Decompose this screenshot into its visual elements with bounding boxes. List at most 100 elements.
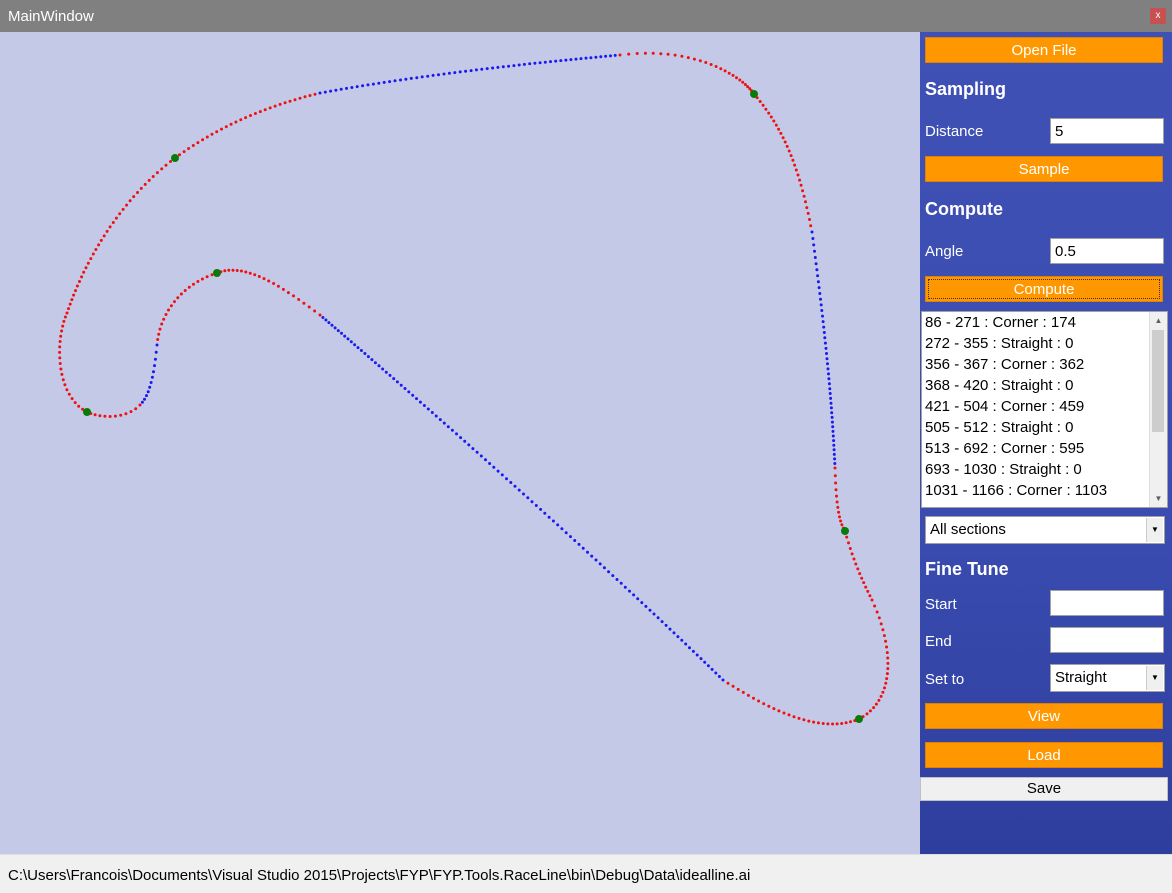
straight-sample-point: [399, 383, 403, 387]
corner-sample-point: [872, 706, 876, 710]
straight-sample-point: [458, 70, 462, 74]
angle-input[interactable]: [1050, 238, 1164, 264]
straight-sample-point: [485, 67, 489, 71]
corner-sample-point: [119, 413, 123, 417]
scroll-down-icon[interactable]: ▼: [1150, 490, 1167, 507]
list-item[interactable]: 693 - 1030 : Straight : 0: [922, 459, 1167, 480]
straight-sample-point: [823, 341, 827, 345]
straight-sample-point: [474, 68, 478, 72]
straight-sample-point: [404, 77, 408, 81]
straight-sample-point: [648, 608, 652, 612]
corner-sample-point: [802, 194, 806, 198]
straight-sample-point: [598, 562, 602, 566]
straight-sample-point: [434, 414, 438, 418]
distance-input[interactable]: [1050, 118, 1164, 144]
apex-marker: [171, 154, 179, 162]
set-to-label: Set to: [925, 671, 965, 688]
straight-sample-point: [615, 578, 619, 581]
corner-sample-point: [866, 589, 870, 593]
straight-sample-point: [388, 80, 392, 84]
load-button[interactable]: Load: [925, 742, 1163, 768]
corner-sample-point: [772, 707, 776, 711]
straight-sample-point: [346, 337, 350, 341]
corner-sample-point: [191, 144, 195, 147]
corner-sample-point: [187, 147, 191, 150]
corner-sample-point: [802, 718, 806, 722]
corner-sample-point: [58, 356, 62, 360]
list-item[interactable]: 1031 - 1166 : Corner : 1103: [922, 480, 1167, 501]
straight-sample-point: [623, 585, 627, 589]
straight-sample-point: [381, 367, 385, 371]
corner-sample-point: [313, 309, 317, 313]
straight-sample-point: [480, 67, 484, 71]
straight-sample-point: [816, 280, 820, 284]
corner-sample-point: [860, 576, 864, 580]
corner-sample-point: [125, 203, 129, 207]
list-item[interactable]: 368 - 420 : Straight : 0: [922, 375, 1167, 396]
corner-sample-point: [764, 107, 768, 111]
corner-sample-point: [129, 410, 133, 414]
corner-sample-point: [124, 412, 128, 416]
straight-sample-point: [403, 387, 407, 390]
straight-sample-point: [422, 404, 426, 407]
corner-sample-point: [848, 547, 852, 550]
corner-sample-point: [224, 125, 228, 129]
view-button[interactable]: View: [925, 703, 1163, 729]
compute-button[interactable]: Compute: [925, 276, 1163, 302]
corner-sample-point: [67, 392, 71, 396]
scroll-up-icon[interactable]: ▲: [1150, 312, 1167, 329]
scroll-thumb[interactable]: [1152, 330, 1164, 432]
corner-sample-point: [643, 51, 647, 55]
list-item[interactable]: 86 - 271 : Corner : 174: [922, 312, 1167, 333]
straight-sample-point: [607, 570, 611, 574]
start-input[interactable]: [1050, 590, 1164, 616]
corner-sample-point: [91, 252, 95, 256]
straight-sample-point: [392, 377, 396, 381]
corner-sample-point: [791, 158, 795, 162]
list-item[interactable]: 505 - 512 : Straight : 0: [922, 417, 1167, 438]
open-file-button[interactable]: Open File: [925, 37, 1163, 63]
save-button[interactable]: Save: [920, 777, 1168, 801]
end-input[interactable]: [1050, 627, 1164, 653]
straight-sample-point: [826, 367, 830, 371]
list-item[interactable]: 421 - 504 : Corner : 459: [922, 396, 1167, 417]
straight-sample-point: [827, 372, 830, 376]
straight-sample-point: [813, 249, 816, 253]
track-canvas[interactable]: [0, 32, 920, 854]
list-item[interactable]: 356 - 367 : Corner : 362: [922, 354, 1167, 375]
list-item[interactable]: 513 - 692 : Corner : 595: [922, 438, 1167, 459]
corner-sample-point: [704, 61, 708, 64]
straight-sample-point: [534, 504, 538, 507]
straight-sample-point: [609, 54, 612, 58]
sample-button[interactable]: Sample: [925, 156, 1163, 182]
corner-sample-point: [731, 73, 735, 77]
listbox-scrollbar[interactable]: ▲ ▼: [1149, 312, 1167, 507]
corner-sample-point: [798, 178, 802, 182]
section-filter-dropdown[interactable]: All sections ▼: [925, 516, 1165, 544]
corner-sample-point: [831, 722, 835, 726]
corner-sample-point: [761, 103, 765, 107]
corner-sample-point: [182, 150, 186, 154]
corner-sample-point: [257, 275, 261, 278]
straight-sample-point: [373, 361, 377, 365]
straight-sample-point: [589, 56, 593, 60]
straight-sample-point: [584, 56, 588, 60]
straight-sample-point: [664, 623, 668, 627]
straight-sample-point: [539, 507, 543, 511]
corner-sample-point: [318, 313, 322, 317]
list-item[interactable]: 272 - 355 : Straight : 0: [922, 333, 1167, 354]
straight-sample-point: [463, 439, 467, 443]
close-button[interactable]: x: [1150, 8, 1166, 24]
straight-sample-point: [829, 406, 833, 410]
straight-sample-point: [350, 86, 354, 89]
set-to-dropdown[interactable]: Straight ▼: [1050, 664, 1165, 692]
corner-sample-point: [239, 269, 243, 273]
straight-sample-point: [442, 421, 446, 425]
straight-sample-point: [599, 55, 603, 59]
straight-sample-point: [564, 531, 568, 535]
straight-sample-point: [699, 657, 703, 661]
corner-sample-point: [735, 76, 738, 80]
corner-sample-point: [752, 696, 755, 700]
corner-sample-point: [854, 562, 858, 566]
sections-listbox[interactable]: 86 - 271 : Corner : 174 272 - 355 : Strai…: [921, 311, 1168, 508]
